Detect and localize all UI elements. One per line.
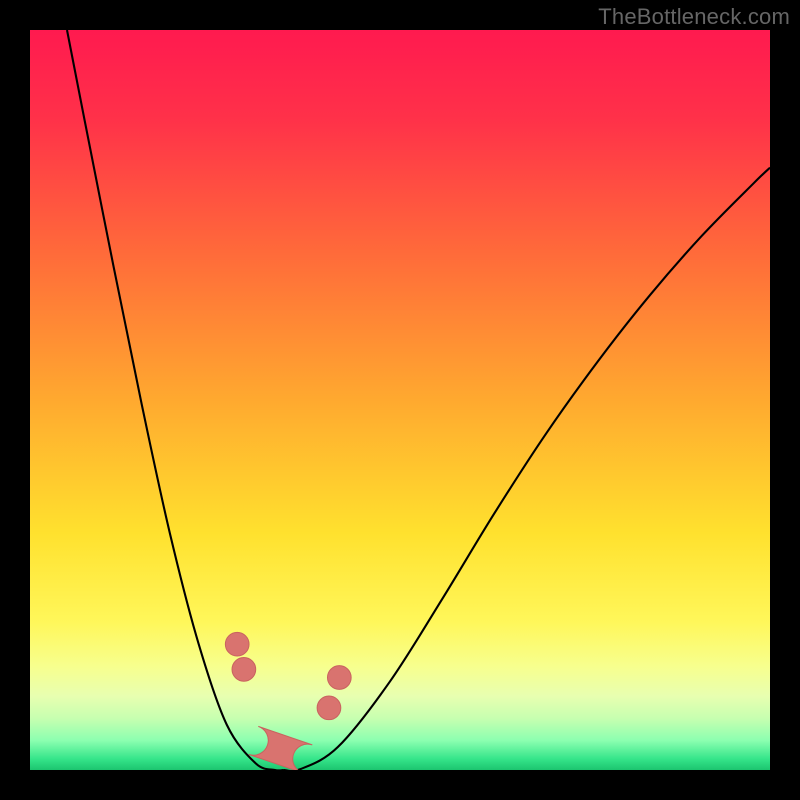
marker-dot	[317, 696, 341, 720]
marker-dot	[232, 658, 256, 682]
outer-frame: TheBottleneck.com	[0, 0, 800, 800]
plot-area	[30, 30, 770, 770]
marker-dot	[225, 632, 249, 656]
bottleneck-chart	[30, 30, 770, 770]
watermark-label: TheBottleneck.com	[598, 4, 790, 30]
marker-dot	[327, 666, 351, 690]
